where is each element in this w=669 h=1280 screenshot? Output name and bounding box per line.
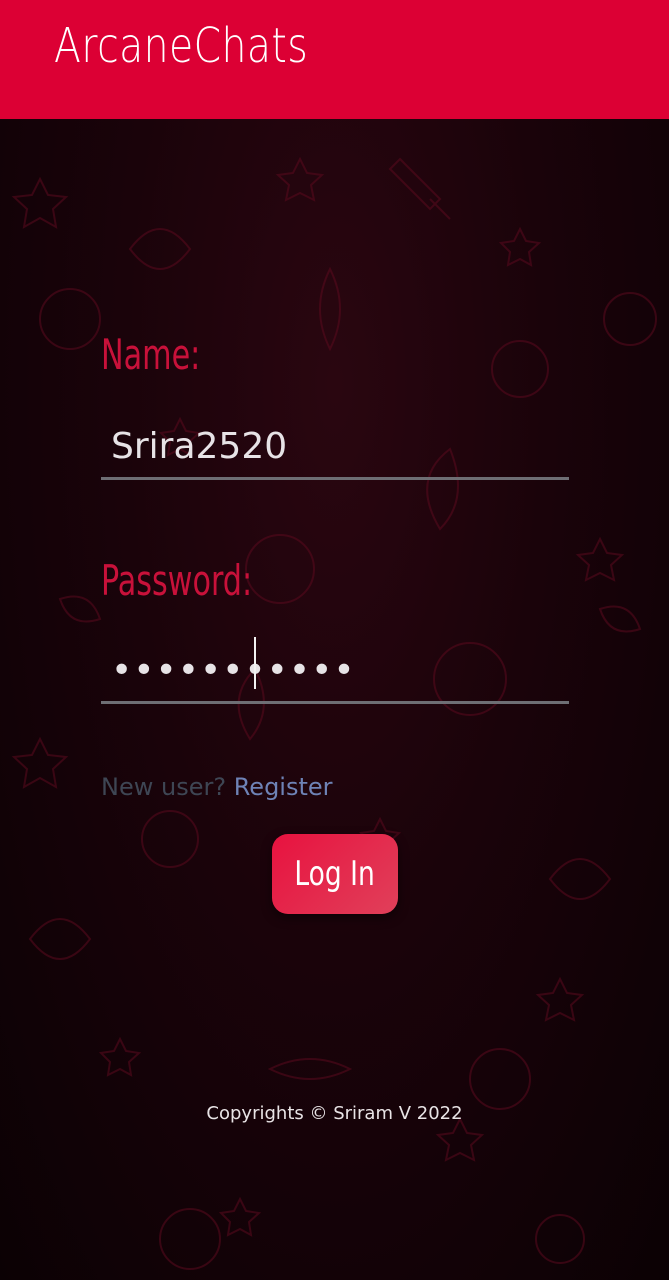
app-title: ArcaneChats	[54, 18, 309, 74]
name-input[interactable]	[101, 416, 569, 480]
password-label: Password:	[101, 556, 253, 605]
login-button[interactable]: Log In	[272, 834, 398, 914]
login-button-label: Log In	[294, 854, 376, 894]
app-header: ArcaneChats	[0, 0, 669, 119]
password-input[interactable]	[101, 640, 569, 704]
new-user-text: New user?	[101, 773, 227, 801]
name-label: Name:	[101, 330, 201, 379]
footer-copyright: Copyrights © Sriram V 2022	[206, 1103, 463, 1124]
text-caret	[254, 637, 256, 689]
register-link[interactable]: Register	[234, 773, 333, 801]
new-user-prompt: New user? Register	[101, 773, 333, 801]
